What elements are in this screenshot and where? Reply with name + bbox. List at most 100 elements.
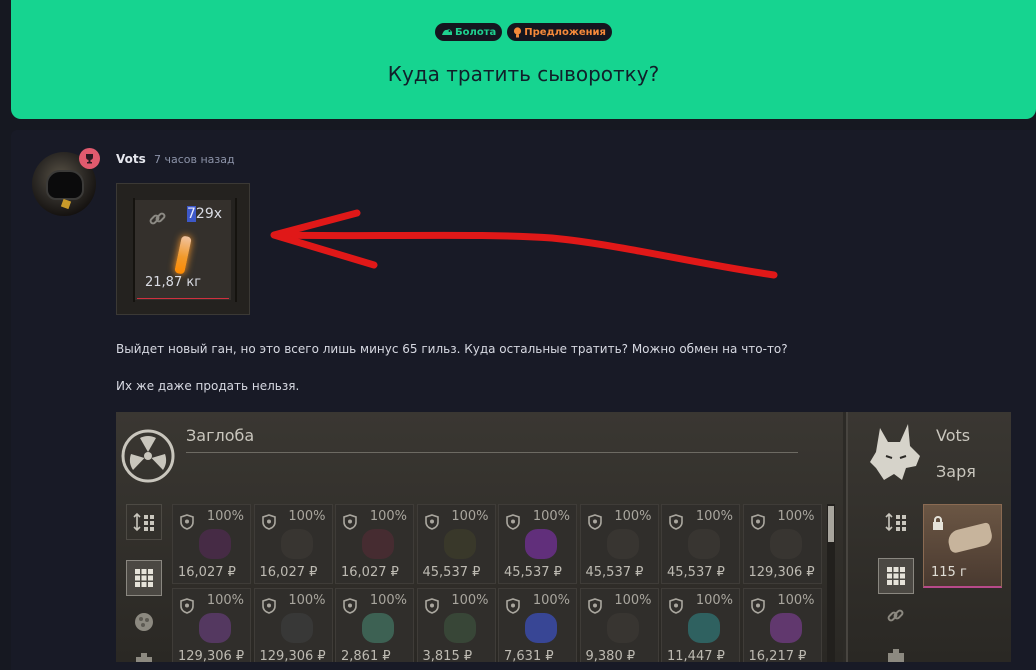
bag-icon[interactable] [878,638,914,662]
trader-item-slot[interactable]: 100% 129,306 ₽ [172,588,251,662]
item-price: 16,217 ₽ [748,649,807,662]
sort-icon[interactable] [878,504,914,540]
sort-icon[interactable] [126,504,162,540]
item-art [606,529,639,559]
item-condition: 100% [206,593,244,608]
item-price: 9,380 ₽ [585,649,636,662]
trader-item-slot[interactable]: 100% 129,306 ₽ [253,588,333,662]
item-art [280,613,313,643]
shield-icon [261,598,276,618]
trader-item-slot[interactable]: 100% 16,027 ₽ [335,504,414,584]
post-paragraph: Их же даже продать нельзя. [116,379,300,393]
item-art [606,613,639,643]
item-condition: 100% [695,593,733,608]
tag-swamp[interactable]: Болота [435,23,503,41]
trader-item-slot[interactable]: 100% 45,537 ₽ [579,504,659,584]
shield-icon [180,598,194,618]
item-condition: 100% [532,593,570,608]
trader-sidebar [124,504,164,662]
game-screenshot[interactable]: Заглоба 100% 16,027 ₽ 100% 16,027 ₽ 100% 16,0… [116,412,1011,662]
shield-icon [669,598,683,618]
tag-proposals[interactable]: Предложения [507,23,612,41]
item-condition: 100% [532,509,570,524]
trader-name: Заглоба [186,426,255,445]
item-price: 129,306 ₽ [178,649,245,662]
trader-item-slot[interactable]: 100% 45,537 ₽ [416,504,496,584]
item-art [280,529,313,559]
item-price: 129,306 ₽ [748,565,815,580]
shield-icon [750,598,765,618]
item-art [199,529,231,559]
item-condition: 100% [288,593,326,608]
trader-item-slot[interactable]: 100% 3,815 ₽ [416,588,496,662]
author-name[interactable]: Vots [116,152,146,166]
trader-items-grid: 100% 16,027 ₽100% 16,027 ₽100% 16,027 ₽100%… [172,504,822,662]
item-art [945,522,995,554]
tag-list: Болота Предложения [11,23,1036,41]
item-price: 11,447 ₽ [667,649,725,662]
item-condition: 100% [369,509,407,524]
swamp-icon [441,27,453,37]
item-condition: 100% [206,509,244,524]
trader-item-slot[interactable]: 100% 11,447 ₽ [661,588,740,662]
item-art [525,529,557,559]
item-image[interactable]: 729x 21,87 кг [116,183,250,315]
tag-label: Предложения [524,26,606,38]
player-sidebar [876,504,916,662]
trophy-icon [79,148,100,169]
player-faction: Заря [936,462,976,481]
trader-item-slot[interactable]: 100% 16,027 ₽ [172,504,251,584]
player-panel: Vots Заря 115 г [846,412,1011,662]
item-art [199,613,231,643]
trader-item-slot[interactable]: 100% 45,537 ₽ [661,504,740,584]
shield-icon [343,598,357,618]
item-price: 45,537 ₽ [667,565,725,580]
link-icon[interactable] [878,598,914,634]
topic-header: Болота Предложения Куда тратить сыворотк… [11,0,1036,119]
trader-item-slot[interactable]: 100% 9,380 ₽ [579,588,659,662]
grid-view-icon[interactable] [878,558,914,594]
player-item-slot[interactable]: 115 г [923,504,1002,588]
artifact-filter-icon[interactable] [126,604,162,640]
trader-item-slot[interactable]: 100% 7,631 ₽ [498,588,577,662]
item-art [362,529,394,559]
item-price: 45,537 ₽ [585,565,644,580]
trader-panel: Заглоба 100% 16,027 ₽ 100% 16,027 ₽ 100% 16,0… [116,412,843,662]
item-condition: 100% [451,509,489,524]
tag-label: Болота [455,26,497,38]
trader-item-slot[interactable]: 100% 129,306 ₽ [742,504,822,584]
item-condition: 100% [369,593,407,608]
bag-icon[interactable] [126,642,162,662]
item-price: 3,815 ₽ [422,649,473,662]
wolf-icon [870,424,920,480]
shield-icon [506,598,520,618]
item-price: 45,537 ₽ [422,565,481,580]
shield-icon [669,514,683,534]
item-art [362,613,394,643]
grid-view-icon[interactable] [126,560,162,596]
item-art [525,613,557,643]
shield-icon [750,514,765,534]
item-art [688,613,720,643]
trader-item-slot[interactable]: 100% 45,537 ₽ [498,504,577,584]
item-condition: 100% [695,509,733,524]
shield-icon [424,514,439,534]
item-art [688,529,720,559]
shield-icon [424,598,439,618]
item-price: 7,631 ₽ [504,649,554,662]
trader-item-slot[interactable]: 100% 2,861 ₽ [335,588,414,662]
scrollbar[interactable] [827,504,835,662]
shield-icon [261,514,276,534]
item-price: 16,027 ₽ [259,565,318,580]
shield-icon [506,514,520,534]
lightbulb-icon [513,26,522,38]
trader-item-slot[interactable]: 100% 16,217 ₽ [742,588,822,662]
post-paragraph: Выйдет новый ган, но это всего лишь мину… [116,342,788,356]
shield-icon [180,514,194,534]
player-name: Vots [936,426,971,445]
trader-item-slot[interactable]: 100% 16,027 ₽ [253,504,333,584]
item-condition: 100% [288,509,326,524]
item-price: 115 г [931,565,967,580]
lock-icon [932,515,944,534]
shield-icon [587,514,602,534]
